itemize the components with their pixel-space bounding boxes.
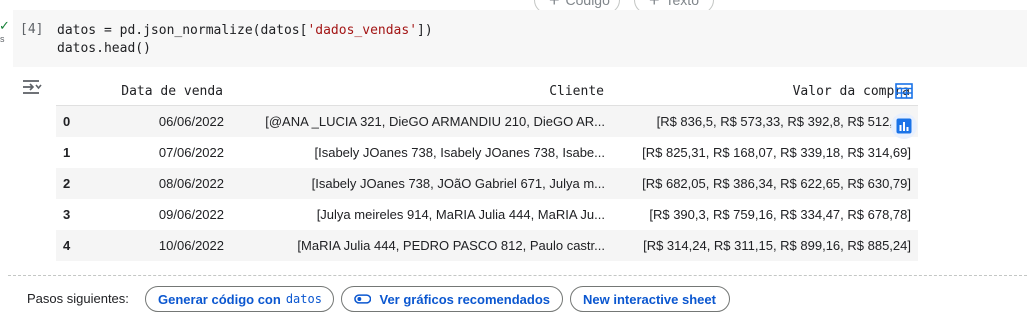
table-row: 0 06/06/2022 [@ANA _LUCIA 321, DieGO ARM… [56, 105, 918, 137]
output-options-icon[interactable] [21, 77, 43, 97]
table-row: 3 09/06/2022 [Julya meireles 914, MaRIA … [56, 199, 918, 230]
row-index: 1 [63, 145, 71, 160]
add-text-label: Texto [665, 0, 699, 8]
generate-code-label: Generar código con [158, 291, 281, 307]
table-row: 1 07/06/2022 [Isabely JOanes 738, Isabel… [56, 137, 918, 168]
cell-client: [MaRIA Julia 444, PEDRO PASCO 812, Paulo… [231, 230, 612, 261]
toggle-icon [354, 294, 372, 304]
next-steps-label: Pasos siguientes: [27, 291, 129, 306]
table-row: 4 10/06/2022 [MaRIA Julia 444, PEDRO PAS… [56, 230, 918, 261]
cell-client: [Isabely JOanes 738, JOãO Gabriel 671, J… [231, 168, 612, 199]
cell-valor: [R$ 825,31, R$ 168,07, R$ 339,18, R$ 314… [642, 145, 911, 160]
cell-date: 09/06/2022 [158, 207, 224, 222]
run-time-marker: s [0, 34, 5, 44]
cell-client: [Isabely JOanes 738, Isabely JOanes 738,… [314, 145, 605, 160]
new-interactive-sheet-label: New interactive sheet [583, 291, 716, 307]
code-line-1-pre: datos = pd.json_normalize(datos[ [57, 23, 308, 38]
column-header-client: Cliente [231, 77, 612, 106]
code-line-1-string: 'dados_vendas' [307, 23, 418, 38]
output-divider [8, 275, 1027, 276]
row-index: 2 [56, 168, 94, 199]
new-interactive-sheet-button[interactable]: New interactive sheet [570, 286, 730, 312]
column-header-date: Data de venda [94, 77, 231, 106]
table-header-row: Data de venda Cliente Valor da compra [56, 77, 918, 106]
table-row: 2 08/06/2022 [Isabely JOanes 738, JOãO G… [56, 168, 918, 199]
row-index: 3 [63, 207, 71, 222]
index-header [56, 77, 94, 106]
cell-client: [Julya meireles 914, MaRIA Julia 444, Ma… [316, 207, 605, 222]
code-cell[interactable]: [4] datos = pd.json_normalize(datos['dad… [13, 10, 1027, 67]
code-line-2: datos.head() [57, 41, 151, 56]
table-icon [895, 83, 913, 99]
column-header-valor: Valor da compra [612, 77, 918, 106]
recommended-charts-button[interactable]: Ver gráficos recomendados [341, 286, 563, 312]
cell-valor: [R$ 390,3, R$ 759,16, R$ 334,47, R$ 678,… [649, 207, 911, 222]
row-index: 4 [56, 230, 94, 261]
generate-code-button[interactable]: Generar código con datos [145, 286, 334, 312]
cell-valor: [R$ 314,24, R$ 311,15, R$ 899,16, R$ 885… [612, 230, 918, 261]
add-code-label: Código [565, 0, 610, 8]
cell-date: 07/06/2022 [158, 145, 224, 160]
plus-icon: + [549, 0, 560, 10]
cell-date: 06/06/2022 [94, 105, 231, 137]
convert-to-interactive-table-button[interactable] [891, 78, 917, 104]
code-editor[interactable]: datos = pd.json_normalize(datos['dados_v… [57, 22, 433, 58]
run-success-icon: ✓ [0, 18, 10, 33]
recommended-charts-label: Ver gráficos recomendados [379, 291, 550, 307]
cell-valor: [R$ 682,05, R$ 386,34, R$ 622,65, R$ 630… [612, 168, 918, 199]
cell-valor: [R$ 836,5, R$ 573,33, R$ 392,8, R$ 512,3… [612, 105, 918, 137]
generate-code-variable: datos [285, 292, 322, 306]
cell-date: 08/06/2022 [94, 168, 231, 199]
row-index: 0 [56, 105, 94, 137]
plus-icon: + [649, 0, 660, 10]
execution-count: [4] [20, 22, 44, 37]
bar-chart-icon [896, 118, 912, 134]
cell-date: 10/06/2022 [94, 230, 231, 261]
code-line-1-post: ]) [417, 23, 433, 38]
cell-client: [@ANA _LUCIA 321, DieGO ARMANDIU 210, Di… [231, 105, 612, 137]
suggest-charts-button[interactable] [891, 113, 917, 139]
dataframe-table: Data de venda Cliente Valor da compra 0 … [56, 77, 918, 261]
